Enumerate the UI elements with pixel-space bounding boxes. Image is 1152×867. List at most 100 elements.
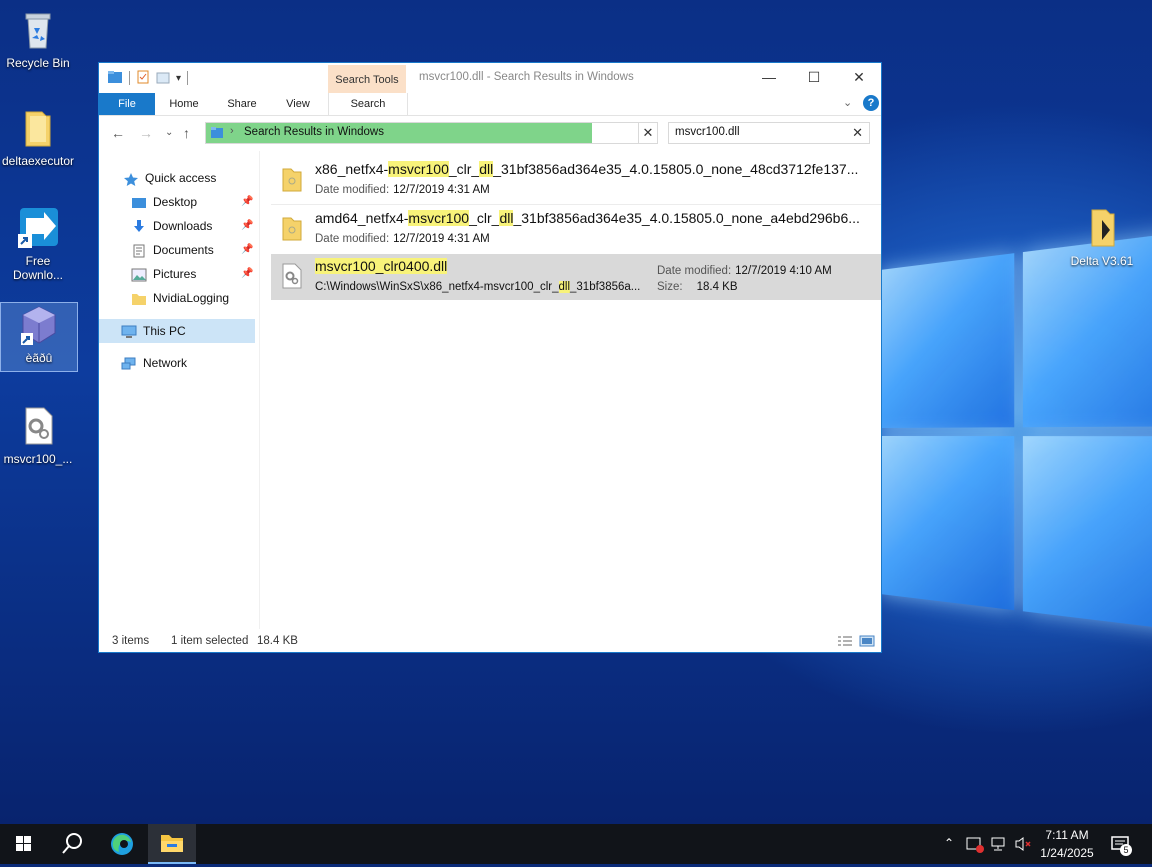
desktop-folder-icon: [131, 195, 147, 209]
desktop-icon-delta[interactable]: Delta V3.61: [1064, 206, 1140, 268]
show-hidden-icons-chevron-icon[interactable]: ⌃: [944, 836, 954, 850]
list-item[interactable]: amd64_netfx4-msvcr100_clr_dll_31bf3856ad…: [271, 206, 881, 252]
sidebar-item-documents[interactable]: Documents 📌: [131, 239, 291, 261]
pin-icon: 📌: [241, 268, 254, 279]
desktop-icon-deltaexecutor[interactable]: deltaexecutor: [0, 106, 76, 168]
folder-icon: [1080, 206, 1124, 250]
tab-view[interactable]: View: [275, 93, 321, 115]
action-center-button[interactable]: 5: [1110, 834, 1132, 859]
desktop-icon-shortcut[interactable]: èãðû: [0, 302, 78, 372]
search-tools-context-tab: Search Tools: [328, 65, 406, 93]
edge-icon: [111, 833, 133, 855]
help-icon[interactable]: ?: [863, 95, 879, 111]
network-icon: [121, 356, 137, 370]
details-view-icon[interactable]: [837, 635, 853, 650]
sidebar-item-downloads[interactable]: Downloads 📌: [131, 215, 291, 237]
edge-browser-button[interactable]: [98, 824, 146, 864]
clear-search-icon[interactable]: ✕: [852, 125, 863, 141]
nav-item-quick-access[interactable]: Quick access: [123, 167, 216, 189]
maximize-button[interactable]: ☐: [791, 63, 837, 93]
close-button[interactable]: ✕: [836, 63, 882, 93]
tab-share[interactable]: Share: [219, 93, 265, 115]
sidebar-item-this-pc[interactable]: This PC: [121, 320, 186, 342]
start-button[interactable]: [0, 824, 48, 864]
nav-label: NvidiaLogging: [153, 291, 230, 305]
ribbon-tabs: File Home Share View Search ⌄ ?: [99, 93, 881, 116]
list-item-selected[interactable]: msvcr100_clr0400.dll C:\Windows\WinSxS\x…: [271, 254, 881, 300]
desktop-icon-label: msvcr100_...: [3, 452, 73, 466]
address-bar[interactable]: › Search Results in Windows ⌄: [205, 122, 657, 144]
search-button[interactable]: [48, 824, 96, 864]
nav-label: Network: [143, 356, 188, 370]
clock-date[interactable]: 1/24/2025: [1036, 846, 1098, 860]
sidebar-item-network[interactable]: Network: [121, 352, 187, 374]
title-bar: ▾ Search Tools msvcr100.dll - Search Res…: [99, 63, 881, 93]
search-folder-icon: [281, 165, 303, 193]
properties-icon[interactable]: [136, 70, 150, 87]
download-arrow-icon: [131, 219, 147, 233]
minimize-button[interactable]: —: [746, 63, 792, 93]
result-size: Size: 18.4 KB: [657, 281, 738, 293]
result-name: amd64_netfx4-msvcr100_clr_dll_31bf3856ad…: [315, 210, 860, 226]
item-count: 3 items: [112, 635, 150, 647]
download-manager-icon: [16, 206, 60, 250]
customize-toolbar-dropdown-icon[interactable]: ▾: [176, 73, 181, 84]
sidebar-item-desktop[interactable]: Desktop 📌: [131, 191, 291, 213]
result-name: msvcr100_clr0400.dll: [315, 258, 448, 274]
folder-icon: [16, 106, 60, 150]
network-tray-icon[interactable]: [990, 835, 1008, 856]
desktop-icon-label: Recycle Bin: [6, 56, 70, 70]
expand-ribbon-chevron-icon[interactable]: ⌄: [843, 96, 852, 109]
window-title: msvcr100.dll - Search Results in Windows: [419, 71, 634, 83]
pin-icon: 📌: [241, 244, 254, 255]
folder-icon: [131, 291, 147, 305]
nav-label: Pictures: [153, 267, 197, 281]
up-arrow-icon[interactable]: ↑: [183, 125, 190, 141]
pin-icon: 📌: [241, 220, 254, 231]
desktop-icon-msvcr100[interactable]: msvcr100_...: [0, 404, 76, 466]
tab-search[interactable]: Search: [328, 93, 408, 115]
nav-label: Documents: [153, 243, 214, 257]
desktop-icon-free-download[interactable]: Free Downlo...: [0, 206, 76, 282]
result-date: Date modified: 12/7/2019 4:31 AM: [315, 184, 490, 196]
desktop-icon-recycle-bin[interactable]: Recycle Bin: [0, 8, 76, 70]
windows-logo-wallpaper: [880, 229, 1152, 640]
desktop-icon-label: Delta V3.61: [1070, 254, 1134, 268]
search-results-folder-icon: [210, 126, 224, 142]
desktop-icon-label: èãðû: [25, 351, 53, 365]
navigation-pane: Quick access Desktop 📌 Downloads 📌 Docum…: [99, 151, 260, 629]
file-explorer-taskbar-button[interactable]: [148, 824, 196, 864]
cube-app-icon: [17, 303, 61, 347]
pin-icon: 📌: [241, 196, 254, 207]
result-date: Date modified: 12/7/2019 4:10 AM: [657, 265, 832, 277]
new-folder-icon[interactable]: [156, 70, 170, 87]
status-bar: 3 items 1 item selected 18.4 KB: [99, 631, 881, 653]
stop-search-button[interactable]: ✕: [638, 122, 658, 144]
explorer-app-icon: [107, 70, 123, 87]
clock-time[interactable]: 7:11 AM: [1036, 828, 1098, 842]
tab-file[interactable]: File: [99, 93, 155, 115]
star-icon: [123, 171, 139, 186]
sidebar-item-pictures[interactable]: Pictures 📌: [131, 263, 291, 285]
nav-label: Downloads: [153, 219, 213, 233]
list-item[interactable]: x86_netfx4-msvcr100_clr_dll_31bf3856ad36…: [271, 157, 881, 203]
taskbar: ⌃ 7:11 AM 1/24/2025 5: [0, 824, 1152, 864]
recent-locations-chevron-icon[interactable]: ⌄: [165, 127, 173, 138]
back-arrow-icon[interactable]: ←: [111, 125, 125, 141]
large-icons-view-icon[interactable]: [859, 635, 875, 650]
windows-start-icon: [16, 836, 31, 851]
search-icon: [62, 833, 82, 854]
volume-muted-icon[interactable]: [1014, 835, 1032, 856]
documents-icon: [131, 243, 147, 258]
address-text: Search Results in Windows: [244, 126, 384, 138]
breadcrumb-separator-icon: ›: [230, 125, 234, 137]
search-box[interactable]: ✕: [668, 122, 870, 144]
search-input[interactable]: [675, 126, 845, 138]
sidebar-item-nvidialogging[interactable]: NvidiaLogging: [131, 287, 229, 309]
tab-home[interactable]: Home: [161, 93, 207, 115]
search-folder-icon: [281, 214, 303, 242]
security-tray-icon[interactable]: [966, 835, 984, 856]
file-explorer-window: ▾ Search Tools msvcr100.dll - Search Res…: [98, 62, 882, 653]
forward-arrow-icon[interactable]: →: [139, 125, 153, 141]
nav-label: Desktop: [153, 195, 198, 209]
